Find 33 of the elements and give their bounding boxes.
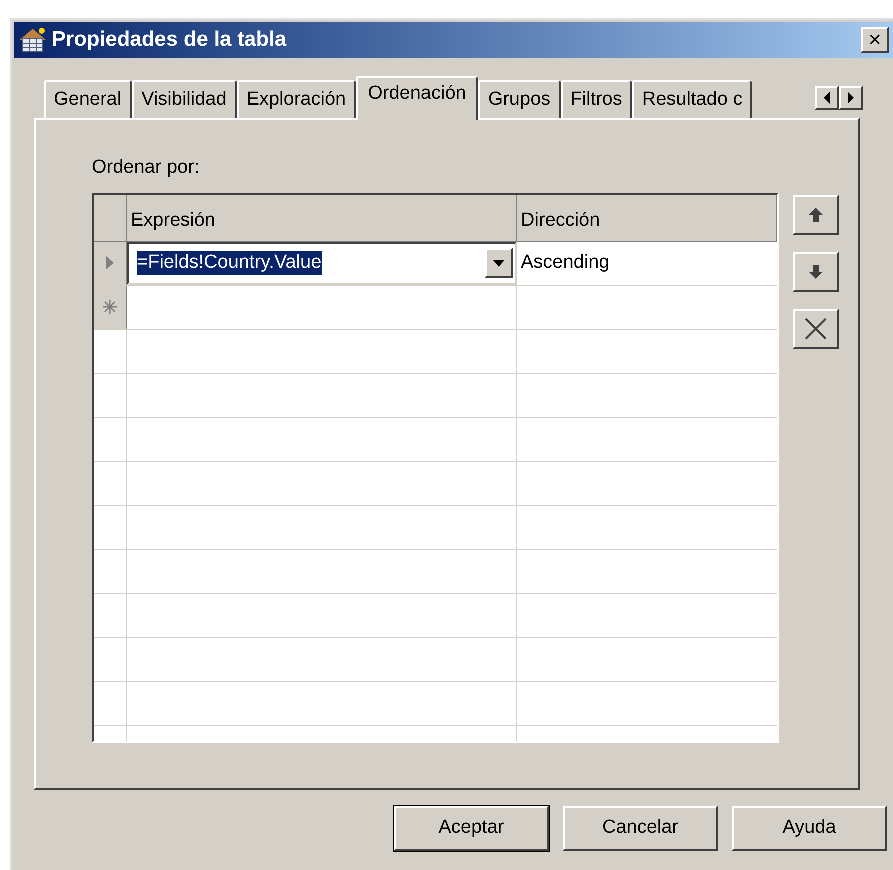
dialog-button[interactable]: Cancelar xyxy=(563,806,718,851)
column-header: Expresión xyxy=(127,194,517,240)
expression-value: =Fields!Country.Value xyxy=(137,251,322,275)
table-properties-icon xyxy=(18,26,48,54)
dropdown-button[interactable] xyxy=(485,248,513,278)
close-button[interactable]: × xyxy=(861,27,889,53)
tab[interactable]: Exploración xyxy=(236,80,356,118)
scroll-left-button[interactable] xyxy=(815,86,839,110)
current-row-icon xyxy=(105,255,115,271)
down-arrow-icon xyxy=(809,264,823,278)
window-title: Propiedades de la tabla xyxy=(52,27,288,54)
tab[interactable]: General xyxy=(44,80,132,118)
dialog-button[interactable]: Ayuda xyxy=(732,806,887,851)
delete-icon xyxy=(805,318,827,340)
tab[interactable]: Filtros xyxy=(560,80,632,118)
dialog-button[interactable]: Aceptar xyxy=(394,806,549,851)
up-arrow-icon xyxy=(809,208,823,222)
scroll-right-button[interactable] xyxy=(839,86,863,110)
column-header: Dirección xyxy=(517,194,777,240)
new-row-icon xyxy=(102,299,118,315)
direction-cell[interactable]: Ascending xyxy=(517,242,777,284)
expression-combo-box[interactable]: =Fields!Country.Value xyxy=(127,242,517,284)
delete-button[interactable] xyxy=(793,308,839,348)
tab[interactable]: Visibilidad xyxy=(132,80,237,118)
sort-label: Ordenar por: xyxy=(92,156,201,180)
tab[interactable]: Ordenación xyxy=(356,76,478,120)
move-down-button[interactable] xyxy=(793,252,839,292)
left-arrow-icon xyxy=(823,92,831,104)
tab[interactable]: Grupos xyxy=(478,80,561,118)
right-arrow-icon xyxy=(847,92,855,104)
move-up-button[interactable] xyxy=(793,194,839,234)
caret-icon xyxy=(493,260,505,266)
tab[interactable]: Resultado c xyxy=(632,80,752,118)
